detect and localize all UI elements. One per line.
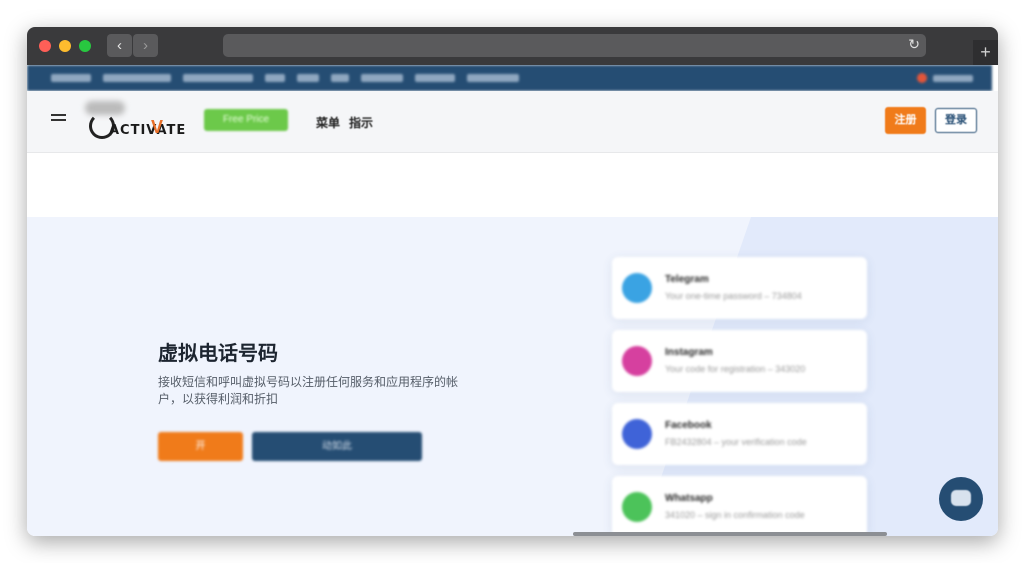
nav-link-guide[interactable]: 指示 xyxy=(349,114,373,131)
browser-titlebar: ‹ › ↻ + xyxy=(27,27,998,65)
card-subtitle: FB2432804 – your verification code xyxy=(665,437,807,447)
card-title: Facebook xyxy=(665,420,712,431)
hero-section: 虚拟电话号码 接收短信和呼叫虚拟号码以注册任何服务和应用程序的帐户，以获得利润和… xyxy=(27,217,998,536)
sms-card-facebook: Facebook FB2432804 – your verification c… xyxy=(612,403,867,465)
reload-icon[interactable]: ↻ xyxy=(908,36,920,53)
logo-text: ACTIVATE xyxy=(109,123,187,138)
address-bar[interactable]: ↻ xyxy=(223,34,926,57)
facebook-icon xyxy=(622,419,652,449)
hero-secondary-button[interactable]: 动如此 xyxy=(252,432,422,461)
site-logo[interactable]: ACTIVATE V xyxy=(83,99,213,145)
card-subtitle: Your code for registration – 343020 xyxy=(665,364,806,374)
sms-card-whatsapp: Whatsapp 341020 – sign in confirmation c… xyxy=(612,476,867,536)
logo-v-mark: V xyxy=(151,117,164,137)
card-title: Telegram xyxy=(665,274,709,285)
hero-primary-button[interactable]: 开 xyxy=(158,432,243,461)
browser-window: ‹ › ↻ + ACTIVATE V Free Price 菜单 指示 注册 登… xyxy=(27,27,998,536)
strip-item[interactable] xyxy=(265,74,285,82)
nav-link-menu[interactable]: 菜单 xyxy=(316,114,340,131)
strip-item[interactable] xyxy=(331,74,349,82)
strip-item[interactable] xyxy=(361,74,403,82)
strip-item[interactable] xyxy=(103,74,171,82)
strip-item[interactable] xyxy=(415,74,455,82)
close-window-button[interactable] xyxy=(39,40,51,52)
free-price-button[interactable]: Free Price xyxy=(204,109,288,131)
hamburger-menu-icon[interactable] xyxy=(51,114,66,124)
plus-icon[interactable]: + xyxy=(973,40,998,65)
chevron-right-icon[interactable]: › xyxy=(133,34,158,57)
site-header: ACTIVATE V Free Price 菜单 指示 注册 登录 xyxy=(27,91,998,153)
strip-item[interactable] xyxy=(297,74,319,82)
card-subtitle: Your one-time password – 734804 xyxy=(665,291,802,301)
instagram-icon xyxy=(622,346,652,376)
card-title: Whatsapp xyxy=(665,493,713,504)
hero-title: 虚拟电话号码 xyxy=(158,343,278,365)
language-selector[interactable] xyxy=(933,75,973,82)
chat-bubble-icon xyxy=(951,490,971,506)
card-subtitle: 341020 – sign in confirmation code xyxy=(665,510,805,520)
top-info-strip xyxy=(27,65,992,91)
whatsapp-icon xyxy=(622,492,652,522)
register-button[interactable]: 注册 xyxy=(885,107,926,134)
language-flag-icon[interactable] xyxy=(917,73,927,83)
sms-card-telegram: Telegram Your one-time password – 734804 xyxy=(612,257,867,319)
card-title: Instagram xyxy=(665,347,713,358)
chat-widget-button[interactable] xyxy=(939,477,983,521)
chevron-left-icon[interactable]: ‹ xyxy=(107,34,132,57)
strip-item[interactable] xyxy=(183,74,253,82)
maximize-window-button[interactable] xyxy=(79,40,91,52)
login-button[interactable]: 登录 xyxy=(935,108,977,133)
sms-card-instagram: Instagram Your code for registration – 3… xyxy=(612,330,867,392)
page-content: ACTIVATE V Free Price 菜单 指示 注册 登录 虚拟电话号码… xyxy=(27,65,998,536)
hero-description: 接收短信和呼叫虚拟号码以注册任何服务和应用程序的帐户，以获得利润和折扣 xyxy=(158,375,459,406)
strip-item[interactable] xyxy=(467,74,519,82)
horizontal-scrollbar[interactable] xyxy=(573,532,887,536)
strip-item[interactable] xyxy=(51,74,91,82)
telegram-icon xyxy=(622,273,652,303)
minimize-window-button[interactable] xyxy=(59,40,71,52)
